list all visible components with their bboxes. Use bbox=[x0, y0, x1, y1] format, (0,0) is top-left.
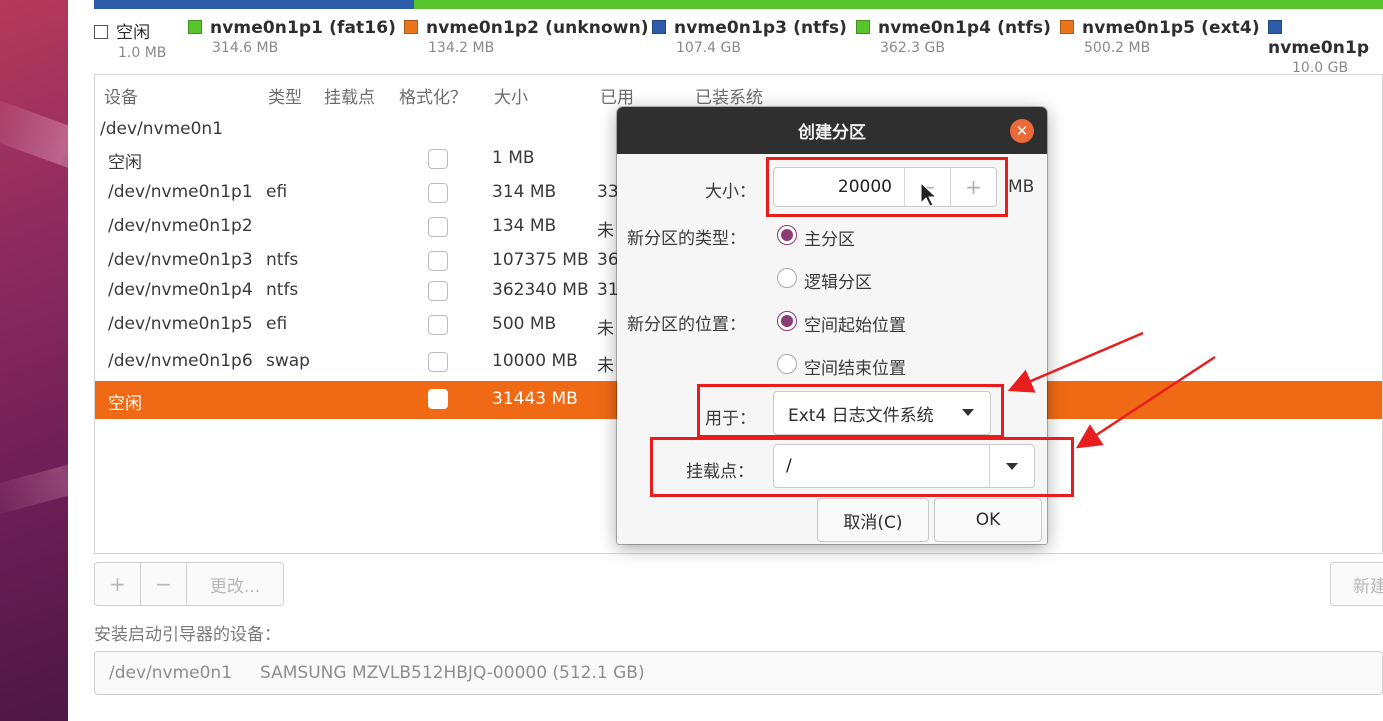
legend-swatch bbox=[652, 20, 666, 34]
radio-location-end[interactable] bbox=[777, 354, 797, 374]
format-checkbox[interactable] bbox=[428, 217, 448, 237]
legend-swatch bbox=[1268, 20, 1282, 34]
format-checkbox[interactable] bbox=[428, 389, 448, 409]
legend-swatch bbox=[94, 25, 108, 39]
size-spinbox[interactable]: 20000 − + bbox=[773, 167, 997, 207]
cancel-button[interactable]: 取消(C) bbox=[817, 498, 929, 542]
legend-item: 空闲 1.0 MB bbox=[94, 18, 166, 61]
column-header-device[interactable]: 设备 bbox=[104, 83, 138, 108]
close-icon[interactable]: ✕ bbox=[1010, 119, 1034, 143]
format-checkbox[interactable] bbox=[428, 149, 448, 169]
partition-type-label: 新分区的类型： bbox=[627, 229, 746, 249]
radio-primary-label[interactable]: 主分区 bbox=[804, 225, 855, 250]
legend-item: nvme0n1p 10.0 GB bbox=[1268, 18, 1383, 76]
decrement-button[interactable]: − bbox=[904, 168, 950, 206]
legend-item: nvme0n1p2 (unknown) 134.2 MB bbox=[404, 18, 649, 56]
dialog-title: 创建分区 bbox=[617, 107, 1047, 154]
column-header-type[interactable]: 类型 bbox=[268, 83, 302, 108]
new-partition-table-button[interactable]: 新建 bbox=[1330, 562, 1383, 606]
column-header-mount[interactable]: 挂载点 bbox=[324, 83, 375, 108]
create-partition-dialog: 创建分区 ✕ 大小： 20000 − + MB 新分区的类型： 主分区 逻辑分区… bbox=[617, 107, 1047, 544]
format-checkbox[interactable] bbox=[428, 315, 448, 335]
chevron-down-icon bbox=[962, 409, 974, 416]
wallpaper-streak bbox=[0, 93, 68, 187]
partition-legend: 空闲 1.0 MB nvme0n1p1 (fat16) 314.6 MB nvm… bbox=[94, 18, 1383, 76]
column-header-system[interactable]: 已装系统 bbox=[695, 83, 763, 108]
bootloader-device-label: 安装启动引导器的设备： bbox=[94, 625, 281, 645]
increment-button[interactable]: + bbox=[950, 168, 996, 206]
size-input[interactable]: 20000 bbox=[774, 168, 904, 206]
remove-partition-button[interactable]: − bbox=[141, 563, 187, 605]
partition-bar bbox=[94, 0, 1383, 9]
mount-point-combo[interactable]: / bbox=[773, 444, 1035, 488]
radio-location-end-label[interactable]: 空间结束位置 bbox=[804, 354, 906, 379]
legend-item: nvme0n1p5 (ext4) 500.2 MB bbox=[1060, 18, 1260, 56]
column-header-format[interactable]: 格式化？ bbox=[399, 83, 467, 108]
legend-item: nvme0n1p1 (fat16) 314.6 MB bbox=[188, 18, 396, 56]
ok-button[interactable]: OK bbox=[934, 498, 1042, 542]
legend-swatch bbox=[404, 20, 418, 34]
size-label: 大小： bbox=[705, 182, 756, 202]
desktop-background bbox=[0, 0, 68, 721]
mount-point-input[interactable]: / bbox=[774, 445, 989, 487]
table-header: 设备 类型 挂载点 格式化？ 大小 已用 已装系统 bbox=[95, 83, 1382, 108]
radio-logical-label[interactable]: 逻辑分区 bbox=[804, 268, 872, 293]
use-as-label: 用于： bbox=[705, 409, 756, 429]
partition-bar-segment bbox=[94, 0, 414, 9]
format-checkbox[interactable] bbox=[428, 281, 448, 301]
legend-item: nvme0n1p3 (ntfs) 107.4 GB bbox=[652, 18, 847, 56]
radio-logical[interactable] bbox=[777, 268, 797, 288]
format-checkbox[interactable] bbox=[428, 251, 448, 271]
format-checkbox[interactable] bbox=[428, 352, 448, 372]
radio-location-start-label[interactable]: 空间起始位置 bbox=[804, 311, 906, 336]
chevron-down-icon bbox=[1006, 463, 1018, 470]
bootloader-device-select[interactable]: /dev/nvme0n1 SAMSUNG MZVLB512HBJQ-00000 … bbox=[94, 651, 1383, 695]
radio-location-start[interactable] bbox=[777, 311, 797, 331]
filesystem-combo[interactable]: Ext4 日志文件系统 bbox=[773, 391, 991, 435]
radio-primary[interactable] bbox=[777, 225, 797, 245]
partition-button-group: + − 更改... bbox=[94, 562, 284, 606]
column-header-size[interactable]: 大小 bbox=[494, 83, 528, 108]
wallpaper-streak bbox=[0, 452, 68, 518]
legend-item: nvme0n1p4 (ntfs) 362.3 GB bbox=[856, 18, 1051, 56]
legend-swatch bbox=[188, 20, 202, 34]
add-partition-button[interactable]: + bbox=[95, 563, 141, 605]
partition-location-label: 新分区的位置： bbox=[627, 315, 746, 335]
legend-swatch bbox=[856, 20, 870, 34]
mount-point-label: 挂载点： bbox=[686, 462, 754, 482]
column-header-used[interactable]: 已用 bbox=[600, 83, 634, 108]
size-unit: MB bbox=[1008, 177, 1035, 197]
format-checkbox[interactable] bbox=[428, 183, 448, 203]
change-partition-button[interactable]: 更改... bbox=[187, 563, 283, 605]
legend-swatch bbox=[1060, 20, 1074, 34]
partition-bar-segment bbox=[414, 0, 1383, 9]
mount-point-dropdown-button[interactable] bbox=[989, 445, 1034, 487]
